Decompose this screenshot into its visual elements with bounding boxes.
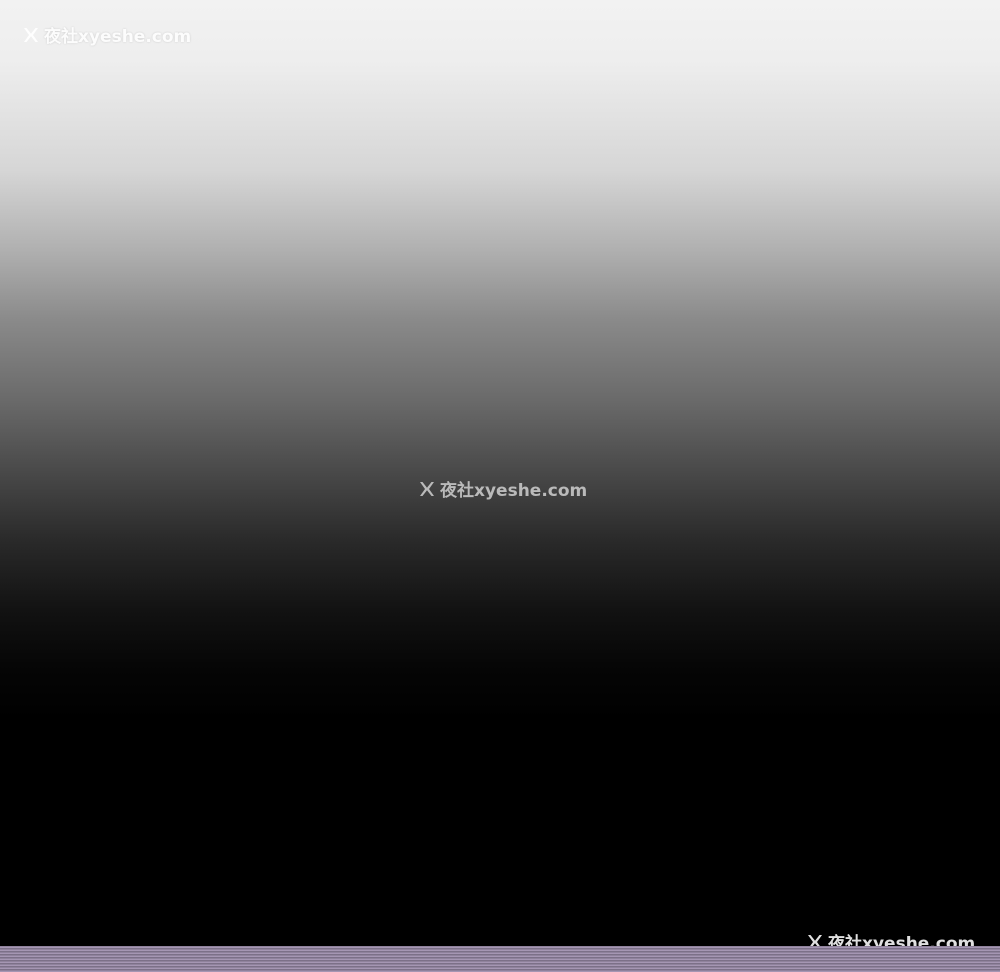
watermark-top-left: 夜社xyeshe.com [22,22,191,47]
x-logo-icon [24,27,38,42]
watermark-text: 夜社xyeshe.com [440,481,588,501]
x-logo-icon [420,481,434,496]
watermark-center: 夜社xyeshe.com [418,476,587,501]
watermark-text: 夜社xyeshe.com [44,27,192,47]
bottom-noise-strip [0,946,1000,972]
comic-panel-gradient: 夜社xyeshe.com 夜社xyeshe.com 夜社xyeshe.com [0,0,1000,972]
